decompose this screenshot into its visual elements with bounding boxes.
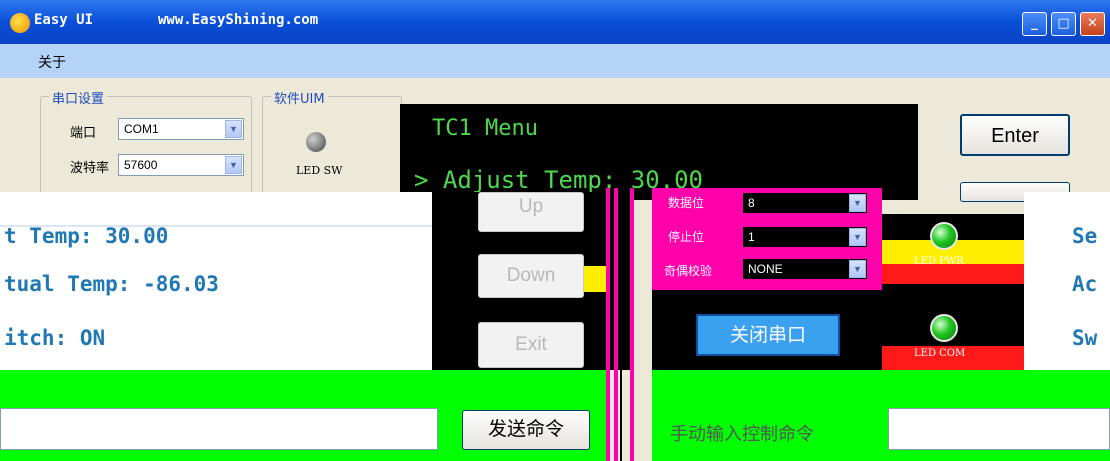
site-url: www.EasyShining.com (158, 12, 319, 28)
led-pwr-label: LED PWR (914, 256, 964, 267)
menu-item-about[interactable]: 关于 (38, 52, 66, 72)
serial-group-title: 串口设置 (49, 88, 108, 107)
port-select[interactable]: COM1 ▼ (118, 118, 244, 140)
down-button[interactable]: Down (478, 254, 584, 298)
port-value: COM1 (124, 122, 159, 136)
chevron-down-icon[interactable]: ▼ (849, 194, 866, 212)
red-band (882, 264, 1024, 284)
enter-button[interactable]: Enter (960, 114, 1070, 156)
chevron-down-icon[interactable]: ▼ (849, 260, 866, 278)
data-bits-label: 数据位 (668, 196, 705, 210)
data-bits-select[interactable]: 8 ▼ (742, 192, 868, 214)
actual-temp-text-right: Ac (1072, 272, 1098, 296)
switch-status-text: itch: ON (4, 326, 106, 350)
close-port-button[interactable]: 关闭串口 (696, 314, 840, 356)
title-bar: Easy UI www.EasyShining.com _ □ ✕ (0, 0, 1110, 44)
stop-bits-value: 1 (748, 230, 755, 244)
led-sw-label: LED SW (296, 164, 343, 177)
up-button[interactable]: Up (478, 192, 584, 232)
glitch-stripe (606, 188, 610, 461)
parity-value: NONE (748, 262, 783, 276)
chevron-down-icon[interactable]: ▼ (225, 120, 242, 138)
led-com-indicator (930, 314, 958, 342)
lcd-title: TC1 Menu (432, 116, 538, 141)
serial-settings-group: 串口设置 (40, 88, 252, 206)
manual-command-label: 手动输入控制命令 (670, 424, 814, 445)
data-bits-value: 8 (748, 196, 755, 210)
minimize-button[interactable]: _ (1022, 12, 1047, 36)
baud-value: 57600 (124, 158, 158, 172)
soft-uim-group: 软件UIM (262, 88, 402, 206)
lcd-display: TC1 Menu > Adjust Temp: 30.00 (400, 104, 918, 200)
command-input[interactable] (0, 408, 438, 450)
switch-text-right: Sw (1072, 326, 1098, 350)
baud-label: 波特率 (70, 161, 110, 176)
parity-select[interactable]: NONE ▼ (742, 258, 868, 280)
soft-uim-group-title: 软件UIM (271, 88, 328, 107)
app-title: Easy UI (34, 12, 94, 28)
set-temp-text: t Temp: 30.00 (4, 224, 169, 248)
app-window: Easy UI www.EasyShining.com _ □ ✕ 关于 串口设… (0, 0, 1110, 461)
stop-bits-label: 停止位 (668, 230, 705, 244)
led-com-label: LED COM (914, 348, 966, 359)
glitch-stripe (620, 188, 622, 461)
maximize-button[interactable]: □ (1051, 12, 1076, 36)
glitch-stripe (614, 188, 618, 461)
chevron-down-icon[interactable]: ▼ (225, 156, 242, 174)
app-logo-icon (10, 13, 30, 33)
stop-bits-select[interactable]: 1 ▼ (742, 226, 868, 248)
actual-temp-text: tual Temp: -86.03 (4, 272, 219, 296)
manual-command-input[interactable] (888, 408, 1110, 450)
menu-bar: 关于 (0, 44, 1110, 78)
set-temp-text-right: Se (1072, 224, 1098, 248)
port-label: 端口 (70, 126, 97, 141)
chevron-down-icon[interactable]: ▼ (849, 228, 866, 246)
led-sw-indicator (306, 132, 326, 152)
led-pwr-indicator (930, 222, 958, 250)
glitch-stripe (630, 188, 634, 461)
send-command-button[interactable]: 发送命令 (462, 410, 590, 450)
close-button[interactable]: ✕ (1080, 12, 1105, 36)
baud-select[interactable]: 57600 ▼ (118, 154, 244, 176)
exit-button[interactable]: Exit (478, 322, 584, 368)
parity-label: 奇偶校验 (664, 264, 713, 278)
